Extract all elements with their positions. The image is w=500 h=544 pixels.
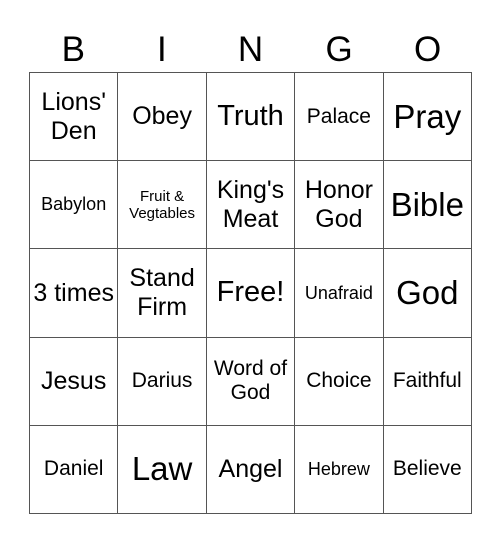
bingo-cell[interactable]: Angel — [206, 425, 296, 514]
bingo-cell[interactable]: Faithful — [383, 337, 472, 426]
bingo-cell[interactable]: King's Meat — [206, 161, 296, 250]
bingo-cell[interactable]: Palace — [295, 73, 384, 162]
bingo-cell[interactable]: 3 times — [30, 249, 119, 338]
bingo-cell[interactable]: Bible — [383, 161, 472, 250]
bingo-header: B I N G O — [29, 28, 472, 72]
bingo-cell[interactable]: Babylon — [30, 161, 119, 250]
bingo-cell[interactable]: Obey — [118, 73, 207, 162]
bingo-cell[interactable]: Jesus — [30, 337, 119, 426]
header-letter-i: I — [157, 30, 167, 69]
bingo-cell[interactable]: Fruit & Vegtables — [118, 161, 207, 250]
bingo-cell[interactable]: Law — [118, 425, 207, 514]
bingo-cell[interactable]: Word of God — [206, 337, 296, 426]
bingo-cell[interactable]: Truth — [206, 73, 296, 162]
bingo-cell[interactable]: Hebrew — [295, 425, 384, 514]
bingo-grid: Lions' Den Obey Truth Palace Pray Babylo… — [29, 72, 472, 514]
bingo-cell[interactable]: Choice — [295, 337, 384, 426]
header-letter-g: G — [325, 30, 353, 69]
bingo-cell[interactable]: Believe — [383, 425, 472, 514]
bingo-cell[interactable]: Honor God — [295, 161, 384, 250]
bingo-cell[interactable]: Stand Firm — [118, 249, 207, 338]
header-letter-b: B — [61, 30, 85, 69]
bingo-cell[interactable]: Unafraid — [295, 249, 384, 338]
bingo-cell[interactable]: God — [383, 249, 472, 338]
header-letter-n: N — [237, 30, 264, 69]
free-space-cell[interactable]: Free! — [206, 249, 296, 338]
header-letter-o: O — [414, 30, 442, 69]
bingo-cell[interactable]: Lions' Den — [30, 73, 119, 162]
bingo-cell[interactable]: Pray — [383, 73, 472, 162]
bingo-cell[interactable]: Daniel — [30, 425, 119, 514]
bingo-cell[interactable]: Darius — [118, 337, 207, 426]
